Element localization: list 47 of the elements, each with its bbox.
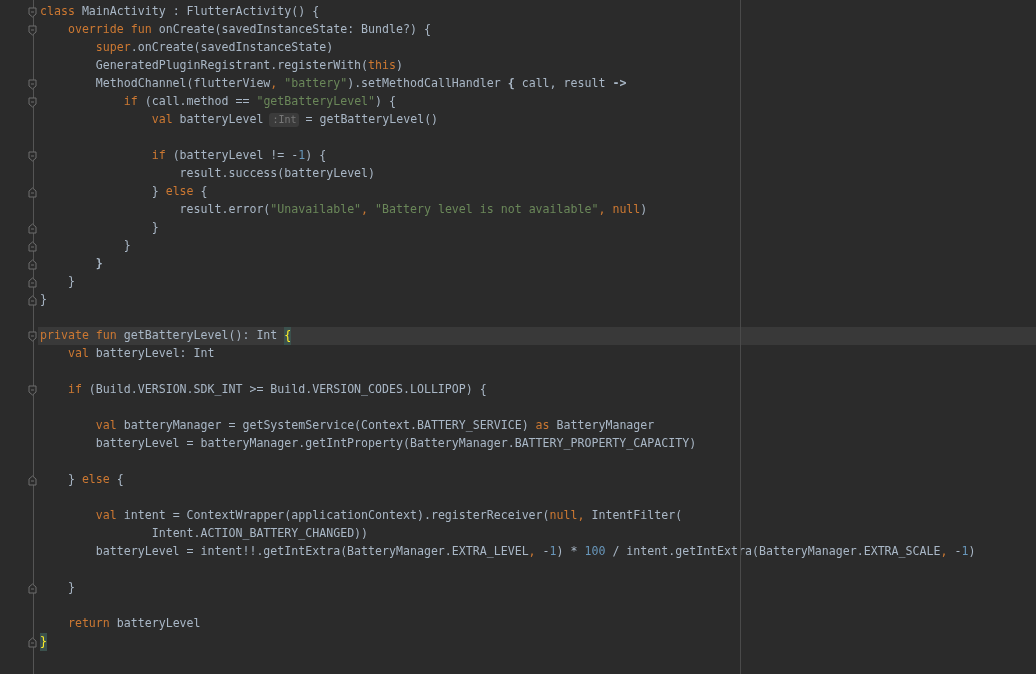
fold-marker-icon[interactable] [28,150,37,162]
code-line: MethodChannel(flutterView, "battery").setMethodCallHandler { call, result -> [95,75,627,93]
code-line: if (Build.VERSION.SDK_INT >= Build.VERSION_CODES.LOLLIPOP) { [67,381,487,399]
code-line: return batteryLevel [67,615,201,633]
code-line: override fun onCreate(savedInstanceState: Bundle?) { [67,21,431,39]
fold-marker-icon[interactable] [28,78,37,90]
fold-marker-icon[interactable] [28,258,37,270]
fold-marker-icon[interactable] [28,6,37,18]
code-line: super.onCreate(savedInstanceState) [95,39,334,57]
code-line: } else { [67,471,124,489]
fold-marker-icon[interactable] [28,96,37,108]
code-line: if (call.method == "getBatteryLevel") { [123,93,397,111]
type-hint: :Int [269,113,300,127]
code-line: } [123,237,131,255]
fold-marker-icon[interactable] [28,222,37,234]
fold-marker-icon[interactable] [28,294,37,306]
code-line: } [67,273,75,291]
code-line: val intent = ContextWrapper(applicationContext).registerReceiver(null, IntentFilter( [95,507,683,525]
code-line: if (batteryLevel != -1) { [151,147,327,165]
matched-brace: { [284,327,292,345]
fold-marker-icon[interactable] [28,276,37,288]
fold-marker-icon[interactable] [28,24,37,36]
code-line: result.error("Unavailable", "Battery level is not available", null) [179,201,648,219]
fold-marker-icon[interactable] [28,384,37,396]
fold-marker-icon[interactable] [28,330,37,342]
code-line: class MainActivity : FlutterActivity() { [40,3,320,21]
code-line: } [40,291,47,309]
code-line: val batteryLevel: Int [67,345,215,363]
code-line: val batteryLevel [151,111,264,129]
code-line: Intent.ACTION_BATTERY_CHANGED)) [151,525,369,543]
code-line: } [67,579,75,597]
fold-marker-icon[interactable] [28,240,37,252]
code-line: } else { [151,183,208,201]
code-line: GeneratedPluginRegistrant.registerWith(this) [95,57,403,75]
code-line: val batteryManager = getSystemService(Context.BATTERY_SERVICE) as BatteryManager [95,417,655,435]
fold-marker-icon[interactable] [28,636,37,648]
code-line: result.success(batteryLevel) [179,165,376,183]
code-line: = getBatteryLevel() [305,111,439,129]
fold-marker-icon[interactable] [28,474,37,486]
code-line: private fun getBatteryLevel(): Int [40,327,279,345]
code-line: } [151,219,159,237]
fold-marker-icon[interactable] [28,186,37,198]
matched-brace: } [40,633,47,651]
code-line: batteryLevel = batteryManager.getIntProperty(BatteryManager.BATTERY_PROPERTY_CAPACITY) [95,435,697,453]
fold-marker-icon[interactable] [28,582,37,594]
code-line: } [95,255,103,273]
code-line: batteryLevel = intent!!.getIntExtra(BatteryManager.EXTRA_LEVEL, -1) * 100 / intent.getIntExtra(BatteryManager.EXTRA_SCALE, -1) [95,543,976,561]
